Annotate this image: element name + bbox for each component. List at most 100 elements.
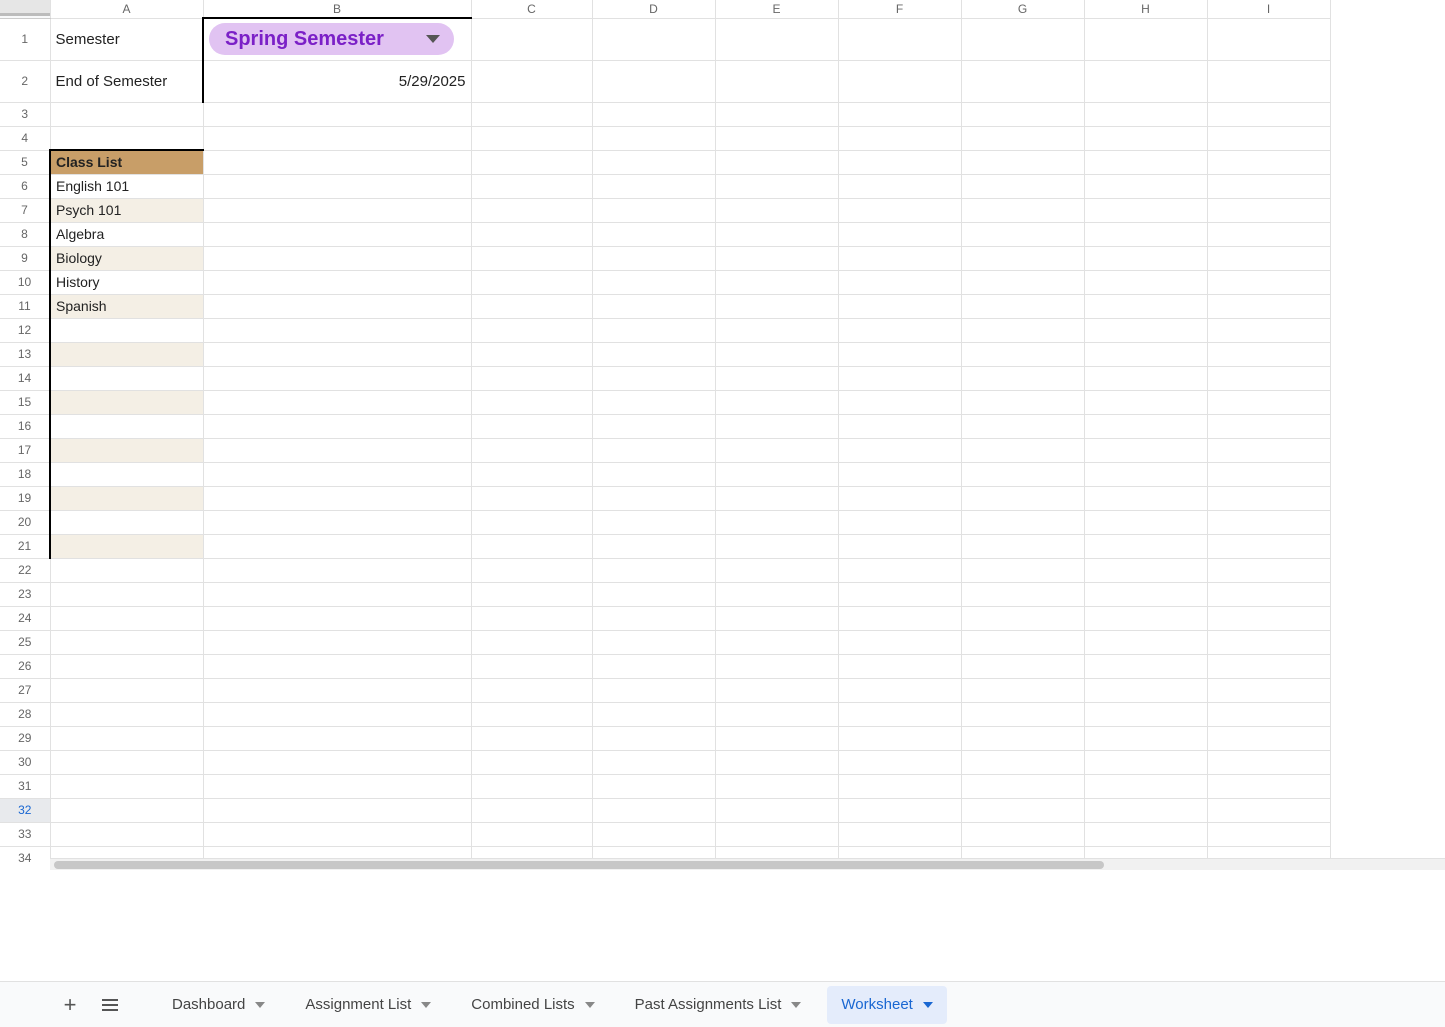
cell-D22[interactable] — [592, 558, 715, 582]
cell-E5[interactable] — [715, 150, 838, 174]
cell-I21[interactable] — [1207, 534, 1330, 558]
cell-B32[interactable] — [203, 798, 471, 822]
cell-D15[interactable] — [592, 390, 715, 414]
chevron-down-icon[interactable] — [421, 1002, 431, 1008]
cell-I7[interactable] — [1207, 198, 1330, 222]
cell-A24[interactable] — [50, 606, 203, 630]
cell-E4[interactable] — [715, 126, 838, 150]
cell-E31[interactable] — [715, 774, 838, 798]
cell-A8[interactable]: Algebra — [50, 222, 203, 246]
cell-G11[interactable] — [961, 294, 1084, 318]
cell-G27[interactable] — [961, 678, 1084, 702]
chevron-down-icon[interactable] — [585, 1002, 595, 1008]
sheet-tab-dashboard[interactable]: Dashboard — [158, 986, 279, 1024]
cell-C12[interactable] — [471, 318, 592, 342]
cell-B28[interactable] — [203, 702, 471, 726]
cell-D3[interactable] — [592, 102, 715, 126]
horizontal-scrollbar-thumb[interactable] — [54, 861, 1104, 869]
cell-E11[interactable] — [715, 294, 838, 318]
cell-C13[interactable] — [471, 342, 592, 366]
row-header-25[interactable]: 25 — [0, 630, 50, 654]
cell-B11[interactable] — [203, 294, 471, 318]
row-header-23[interactable]: 23 — [0, 582, 50, 606]
cell-B17[interactable] — [203, 438, 471, 462]
cell-A2[interactable]: End of Semester — [50, 60, 203, 102]
cell-I22[interactable] — [1207, 558, 1330, 582]
cell-C18[interactable] — [471, 462, 592, 486]
cell-B12[interactable] — [203, 318, 471, 342]
cell-C21[interactable] — [471, 534, 592, 558]
cell-C33[interactable] — [471, 822, 592, 846]
cell-C9[interactable] — [471, 246, 592, 270]
cell-F11[interactable] — [838, 294, 961, 318]
cell-H9[interactable] — [1084, 246, 1207, 270]
cell-C16[interactable] — [471, 414, 592, 438]
cell-C8[interactable] — [471, 222, 592, 246]
cell-D18[interactable] — [592, 462, 715, 486]
cell-D1[interactable] — [592, 18, 715, 60]
cell-B21[interactable] — [203, 534, 471, 558]
sheet-tab-past-assignments-list[interactable]: Past Assignments List — [621, 986, 816, 1024]
cell-F4[interactable] — [838, 126, 961, 150]
cell-E15[interactable] — [715, 390, 838, 414]
cell-F1[interactable] — [838, 18, 961, 60]
cell-F30[interactable] — [838, 750, 961, 774]
cell-I33[interactable] — [1207, 822, 1330, 846]
cell-G19[interactable] — [961, 486, 1084, 510]
cell-C20[interactable] — [471, 510, 592, 534]
cell-I32[interactable] — [1207, 798, 1330, 822]
cell-F7[interactable] — [838, 198, 961, 222]
col-header-A[interactable]: A — [50, 0, 203, 18]
cell-C28[interactable] — [471, 702, 592, 726]
cell-A4[interactable] — [50, 126, 203, 150]
cell-E29[interactable] — [715, 726, 838, 750]
cell-I2[interactable] — [1207, 60, 1330, 102]
cell-E24[interactable] — [715, 606, 838, 630]
cell-D11[interactable] — [592, 294, 715, 318]
cell-B8[interactable] — [203, 222, 471, 246]
chevron-down-icon[interactable] — [255, 1002, 265, 1008]
cell-A27[interactable] — [50, 678, 203, 702]
cell-D33[interactable] — [592, 822, 715, 846]
cell-H29[interactable] — [1084, 726, 1207, 750]
cell-C32[interactable] — [471, 798, 592, 822]
row-header-5[interactable]: 5 — [0, 150, 50, 174]
cell-B3[interactable] — [203, 102, 471, 126]
cell-D13[interactable] — [592, 342, 715, 366]
cell-G26[interactable] — [961, 654, 1084, 678]
cell-G5[interactable] — [961, 150, 1084, 174]
cell-C17[interactable] — [471, 438, 592, 462]
cell-I3[interactable] — [1207, 102, 1330, 126]
cell-G32[interactable] — [961, 798, 1084, 822]
cell-D7[interactable] — [592, 198, 715, 222]
cell-E33[interactable] — [715, 822, 838, 846]
cell-A11[interactable]: Spanish — [50, 294, 203, 318]
row-header-31[interactable]: 31 — [0, 774, 50, 798]
cell-D26[interactable] — [592, 654, 715, 678]
add-sheet-button[interactable]: + — [50, 986, 90, 1024]
col-header-D[interactable]: D — [592, 0, 715, 18]
cell-G8[interactable] — [961, 222, 1084, 246]
cell-B24[interactable] — [203, 606, 471, 630]
cell-I13[interactable] — [1207, 342, 1330, 366]
cell-D17[interactable] — [592, 438, 715, 462]
cell-H31[interactable] — [1084, 774, 1207, 798]
cell-F15[interactable] — [838, 390, 961, 414]
cell-I6[interactable] — [1207, 174, 1330, 198]
cell-E9[interactable] — [715, 246, 838, 270]
cell-C22[interactable] — [471, 558, 592, 582]
cell-C15[interactable] — [471, 390, 592, 414]
row-header-33[interactable]: 33 — [0, 822, 50, 846]
cell-F10[interactable] — [838, 270, 961, 294]
cell-F32[interactable] — [838, 798, 961, 822]
cell-A31[interactable] — [50, 774, 203, 798]
cell-G16[interactable] — [961, 414, 1084, 438]
row-header-10[interactable]: 10 — [0, 270, 50, 294]
cell-C26[interactable] — [471, 654, 592, 678]
cell-B13[interactable] — [203, 342, 471, 366]
cell-C23[interactable] — [471, 582, 592, 606]
col-header-G[interactable]: G — [961, 0, 1084, 18]
cell-B1[interactable]: Spring Semester — [203, 18, 471, 60]
cell-F17[interactable] — [838, 438, 961, 462]
row-header-32[interactable]: 32 — [0, 798, 50, 822]
